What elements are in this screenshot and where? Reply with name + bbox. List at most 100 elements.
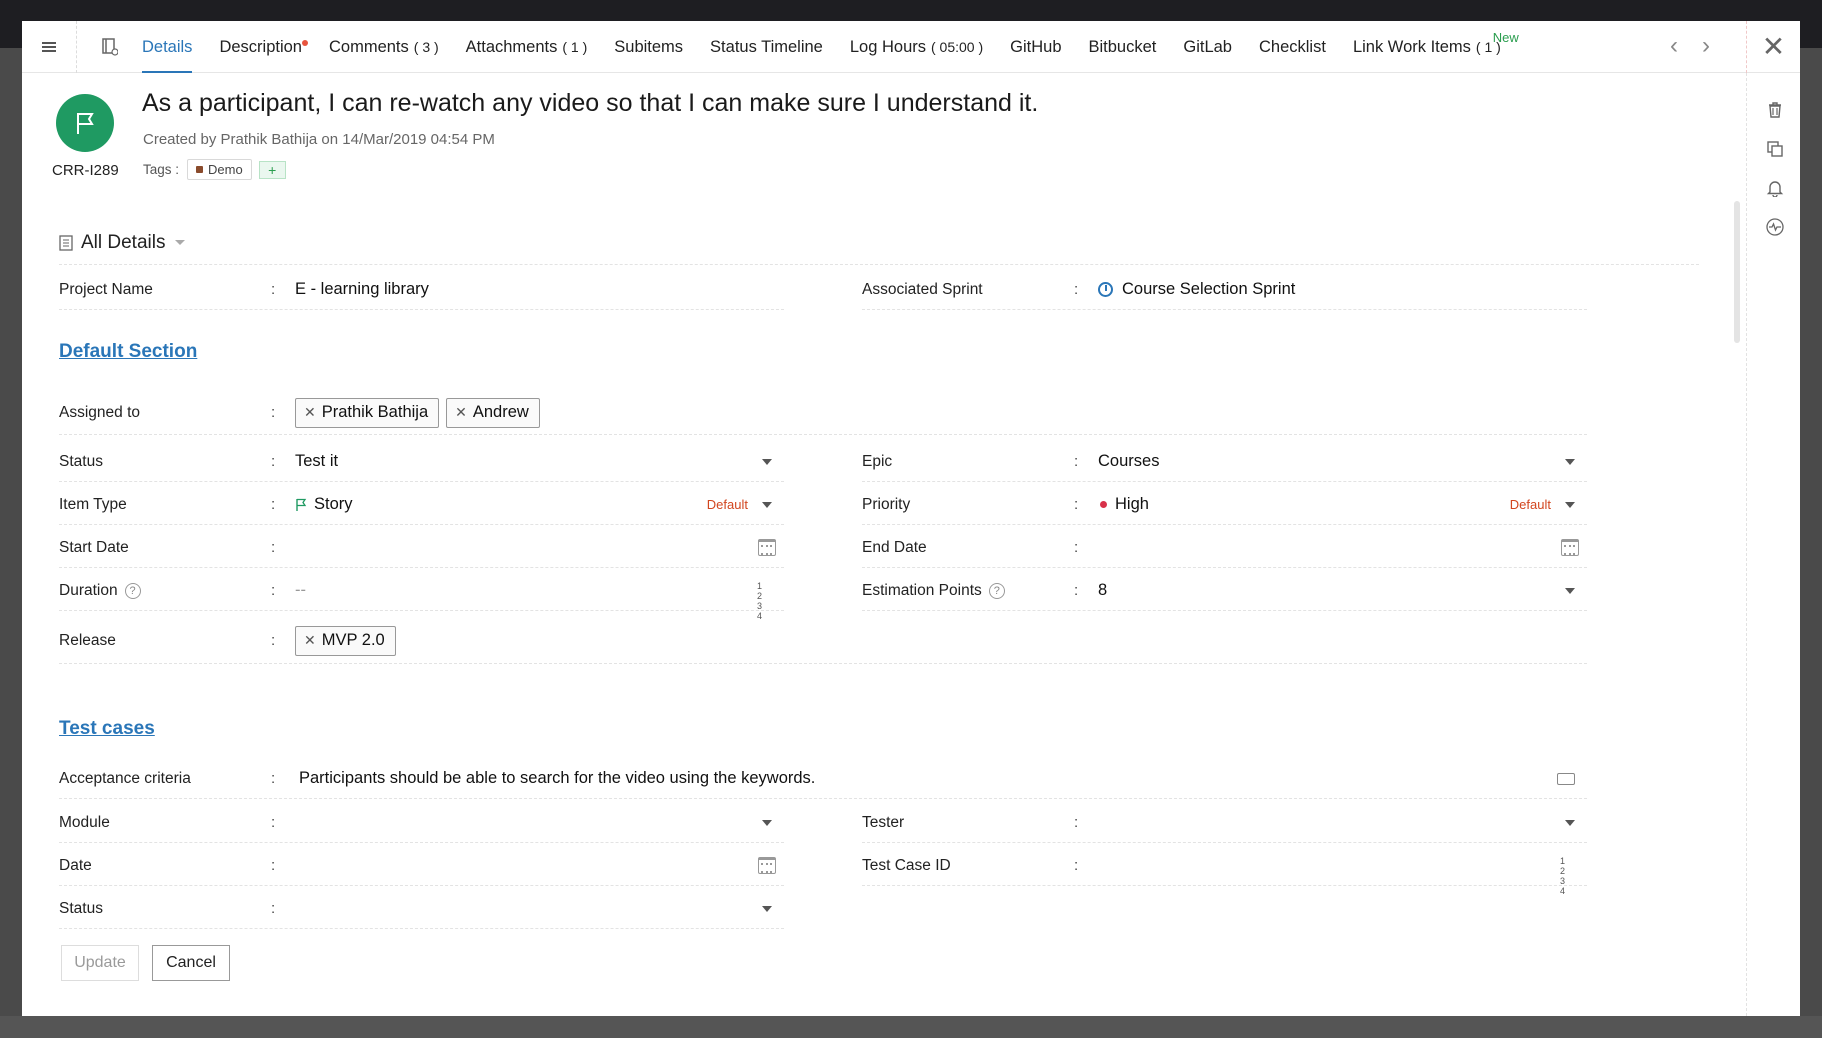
field-associated-sprint: Associated Sprint : Course Selection Spr… (862, 270, 1587, 310)
reminder-bell-icon[interactable] (1766, 179, 1784, 197)
colon: : (1074, 582, 1079, 599)
tab-attachments[interactable]: Attachments( 1 ) (466, 21, 588, 73)
created-info: Created by Prathik Bathija on 14/Mar/201… (143, 131, 495, 148)
tab-link-work-items[interactable]: Link Work Items( 1 ) New (1353, 21, 1519, 73)
acceptance-criteria-input[interactable]: Participants should be able to search fo… (295, 759, 1587, 798)
chevron-down-icon (175, 240, 186, 245)
field-label: Acceptance criteria (59, 769, 191, 787)
colon: : (271, 632, 276, 649)
layout-toggle-icon[interactable] (102, 38, 118, 56)
field-duration: Duration? : -- 1 2 3 4 (59, 571, 784, 621)
estimation-points-value: 8 (1098, 581, 1108, 599)
help-icon[interactable]: ? (988, 582, 1005, 599)
tab-label: Subitems (614, 37, 684, 56)
tab-count: ( 1 ) (562, 39, 588, 55)
colon: : (271, 404, 276, 421)
field-label: Project Name (59, 280, 153, 298)
epic-select[interactable]: Courses (1098, 442, 1587, 481)
tab-description[interactable]: Description (219, 21, 308, 73)
scrollbar-thumb[interactable] (1734, 201, 1740, 343)
tab-label: Log Hours (849, 37, 926, 56)
start-date-input[interactable] (295, 528, 784, 567)
tab-details[interactable]: Details (142, 21, 193, 73)
edit-text-icon[interactable] (1557, 773, 1575, 785)
field-acceptance-criteria: Acceptance criteria : Participants shoul… (59, 759, 1587, 799)
assignee-chip[interactable]: ✕ Prathik Bathija (295, 397, 440, 428)
unsaved-dot (301, 40, 308, 46)
cancel-button[interactable]: Cancel (152, 945, 230, 981)
previous-item-icon[interactable]: ‹ (1670, 34, 1684, 58)
end-date-input[interactable] (1098, 528, 1587, 567)
item-type-avatar (56, 94, 114, 152)
calendar-icon[interactable] (758, 857, 776, 874)
assignee-chip[interactable]: ✕ Andrew (446, 397, 540, 428)
module-select[interactable] (295, 803, 784, 842)
number-icon: 1 2 3 4 (757, 581, 765, 621)
trash-icon[interactable] (1766, 101, 1784, 119)
assigned-to-value[interactable]: ✕ Prathik Bathija ✕ Andrew (295, 391, 1587, 434)
tab-gitlab[interactable]: GitLab (1183, 21, 1232, 73)
tab-label: Description (219, 37, 302, 56)
field-label: Associated Sprint (862, 280, 983, 298)
colon: : (1074, 539, 1079, 556)
item-navigation: ‹ › (1670, 34, 1716, 58)
tab-log-hours[interactable]: Log Hours ( 05:00 ) (850, 21, 983, 73)
tab-bitbucket[interactable]: Bitbucket (1089, 21, 1157, 73)
assignee-name: Prathik Bathija (321, 403, 429, 421)
section-test-cases[interactable]: Test cases (59, 718, 155, 740)
release-chip[interactable]: ✕ MVP 2.0 (295, 625, 396, 656)
release-value[interactable]: ✕ MVP 2.0 (295, 618, 1587, 663)
colon: : (271, 582, 276, 599)
tab-list: Details Description Comments( 3 ) Attach… (142, 21, 1528, 73)
calendar-icon[interactable] (758, 539, 776, 556)
action-rail (1746, 73, 1800, 1016)
tester-select[interactable] (1098, 803, 1587, 842)
tab-comments[interactable]: Comments( 3 ) (329, 21, 439, 73)
test-status-select[interactable] (295, 889, 784, 928)
estimation-points-select[interactable]: 8 (1098, 571, 1587, 610)
activity-icon[interactable] (1766, 218, 1784, 236)
calendar-icon[interactable] (1561, 539, 1579, 556)
remove-icon[interactable]: ✕ (304, 404, 316, 421)
duration-value: -- (295, 581, 306, 599)
priority-select[interactable]: High Default (1098, 485, 1587, 524)
help-icon[interactable]: ? (124, 582, 141, 599)
item-title[interactable]: As a participant, I can re-watch any vid… (142, 89, 1038, 118)
field-tester: Tester : (862, 803, 1587, 843)
update-button[interactable]: Update (61, 945, 139, 981)
associated-sprint-value[interactable]: Course Selection Sprint (1098, 270, 1587, 309)
tab-subitems[interactable]: Subitems (614, 21, 683, 73)
duration-label: Duration (59, 581, 118, 599)
field-priority: Priority : High Default (862, 485, 1587, 525)
menu-button[interactable] (22, 21, 77, 73)
tag-label: Demo (208, 162, 243, 177)
field-label: Estimation Points? (862, 582, 1074, 600)
item-type-select[interactable]: Story Default (295, 485, 784, 524)
tab-label: Checklist (1259, 37, 1326, 56)
details-list-icon (59, 234, 73, 251)
status-select[interactable]: Test it (295, 442, 784, 481)
colon: : (1074, 814, 1079, 831)
remove-icon[interactable]: ✕ (455, 404, 467, 421)
test-case-id-input[interactable]: 1 2 3 4 (1098, 846, 1587, 896)
tab-status-timeline[interactable]: Status Timeline (710, 21, 823, 73)
tab-github[interactable]: GitHub (1010, 21, 1061, 73)
next-item-icon[interactable]: › (1702, 34, 1716, 58)
copy-icon[interactable] (1766, 140, 1784, 158)
priority-value: High (1115, 495, 1149, 513)
field-test-status: Status : (59, 889, 784, 929)
date-input[interactable] (295, 846, 784, 885)
duration-input[interactable]: -- 1 2 3 4 (295, 571, 784, 621)
work-item-modal: Details Description Comments( 3 ) Attach… (22, 21, 1800, 1016)
tab-count: ( 3 ) (413, 39, 439, 55)
add-tag-button[interactable]: + (258, 160, 286, 179)
section-default[interactable]: Default Section (59, 341, 197, 363)
tag-chip[interactable]: Demo (187, 159, 252, 180)
close-button[interactable]: ✕ (1746, 21, 1800, 73)
remove-icon[interactable]: ✕ (304, 632, 316, 649)
all-details-header[interactable]: All Details (59, 221, 1699, 265)
tags-label: Tags : (143, 162, 180, 177)
tab-checklist[interactable]: Checklist (1259, 21, 1326, 73)
field-epic: Epic : Courses (862, 442, 1587, 482)
field-start-date: Start Date : (59, 528, 784, 568)
